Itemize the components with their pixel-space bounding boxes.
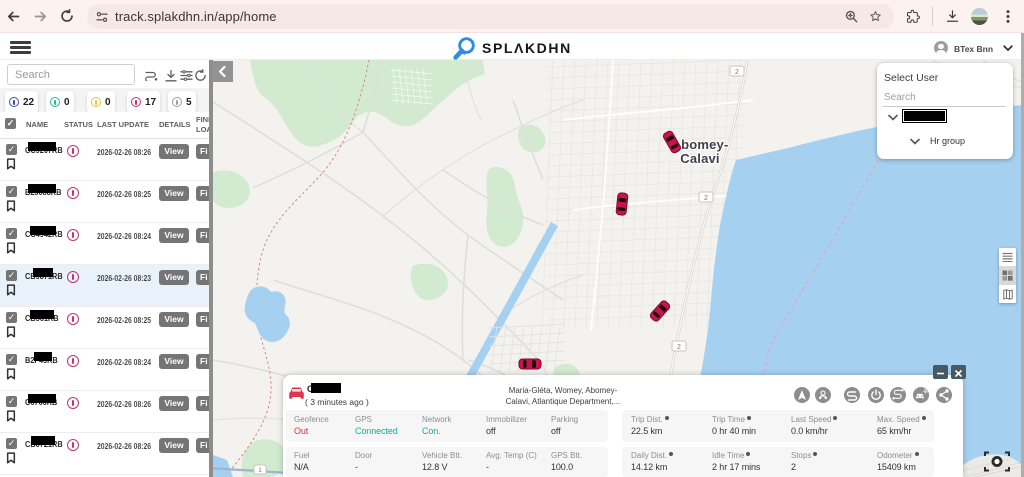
- svg-text:2: 2: [677, 344, 681, 351]
- svg-text:2: 2: [704, 195, 708, 202]
- svg-text:1: 1: [258, 467, 262, 474]
- svg-text:Calavi: Calavi: [680, 151, 720, 166]
- svg-text:2: 2: [735, 69, 739, 76]
